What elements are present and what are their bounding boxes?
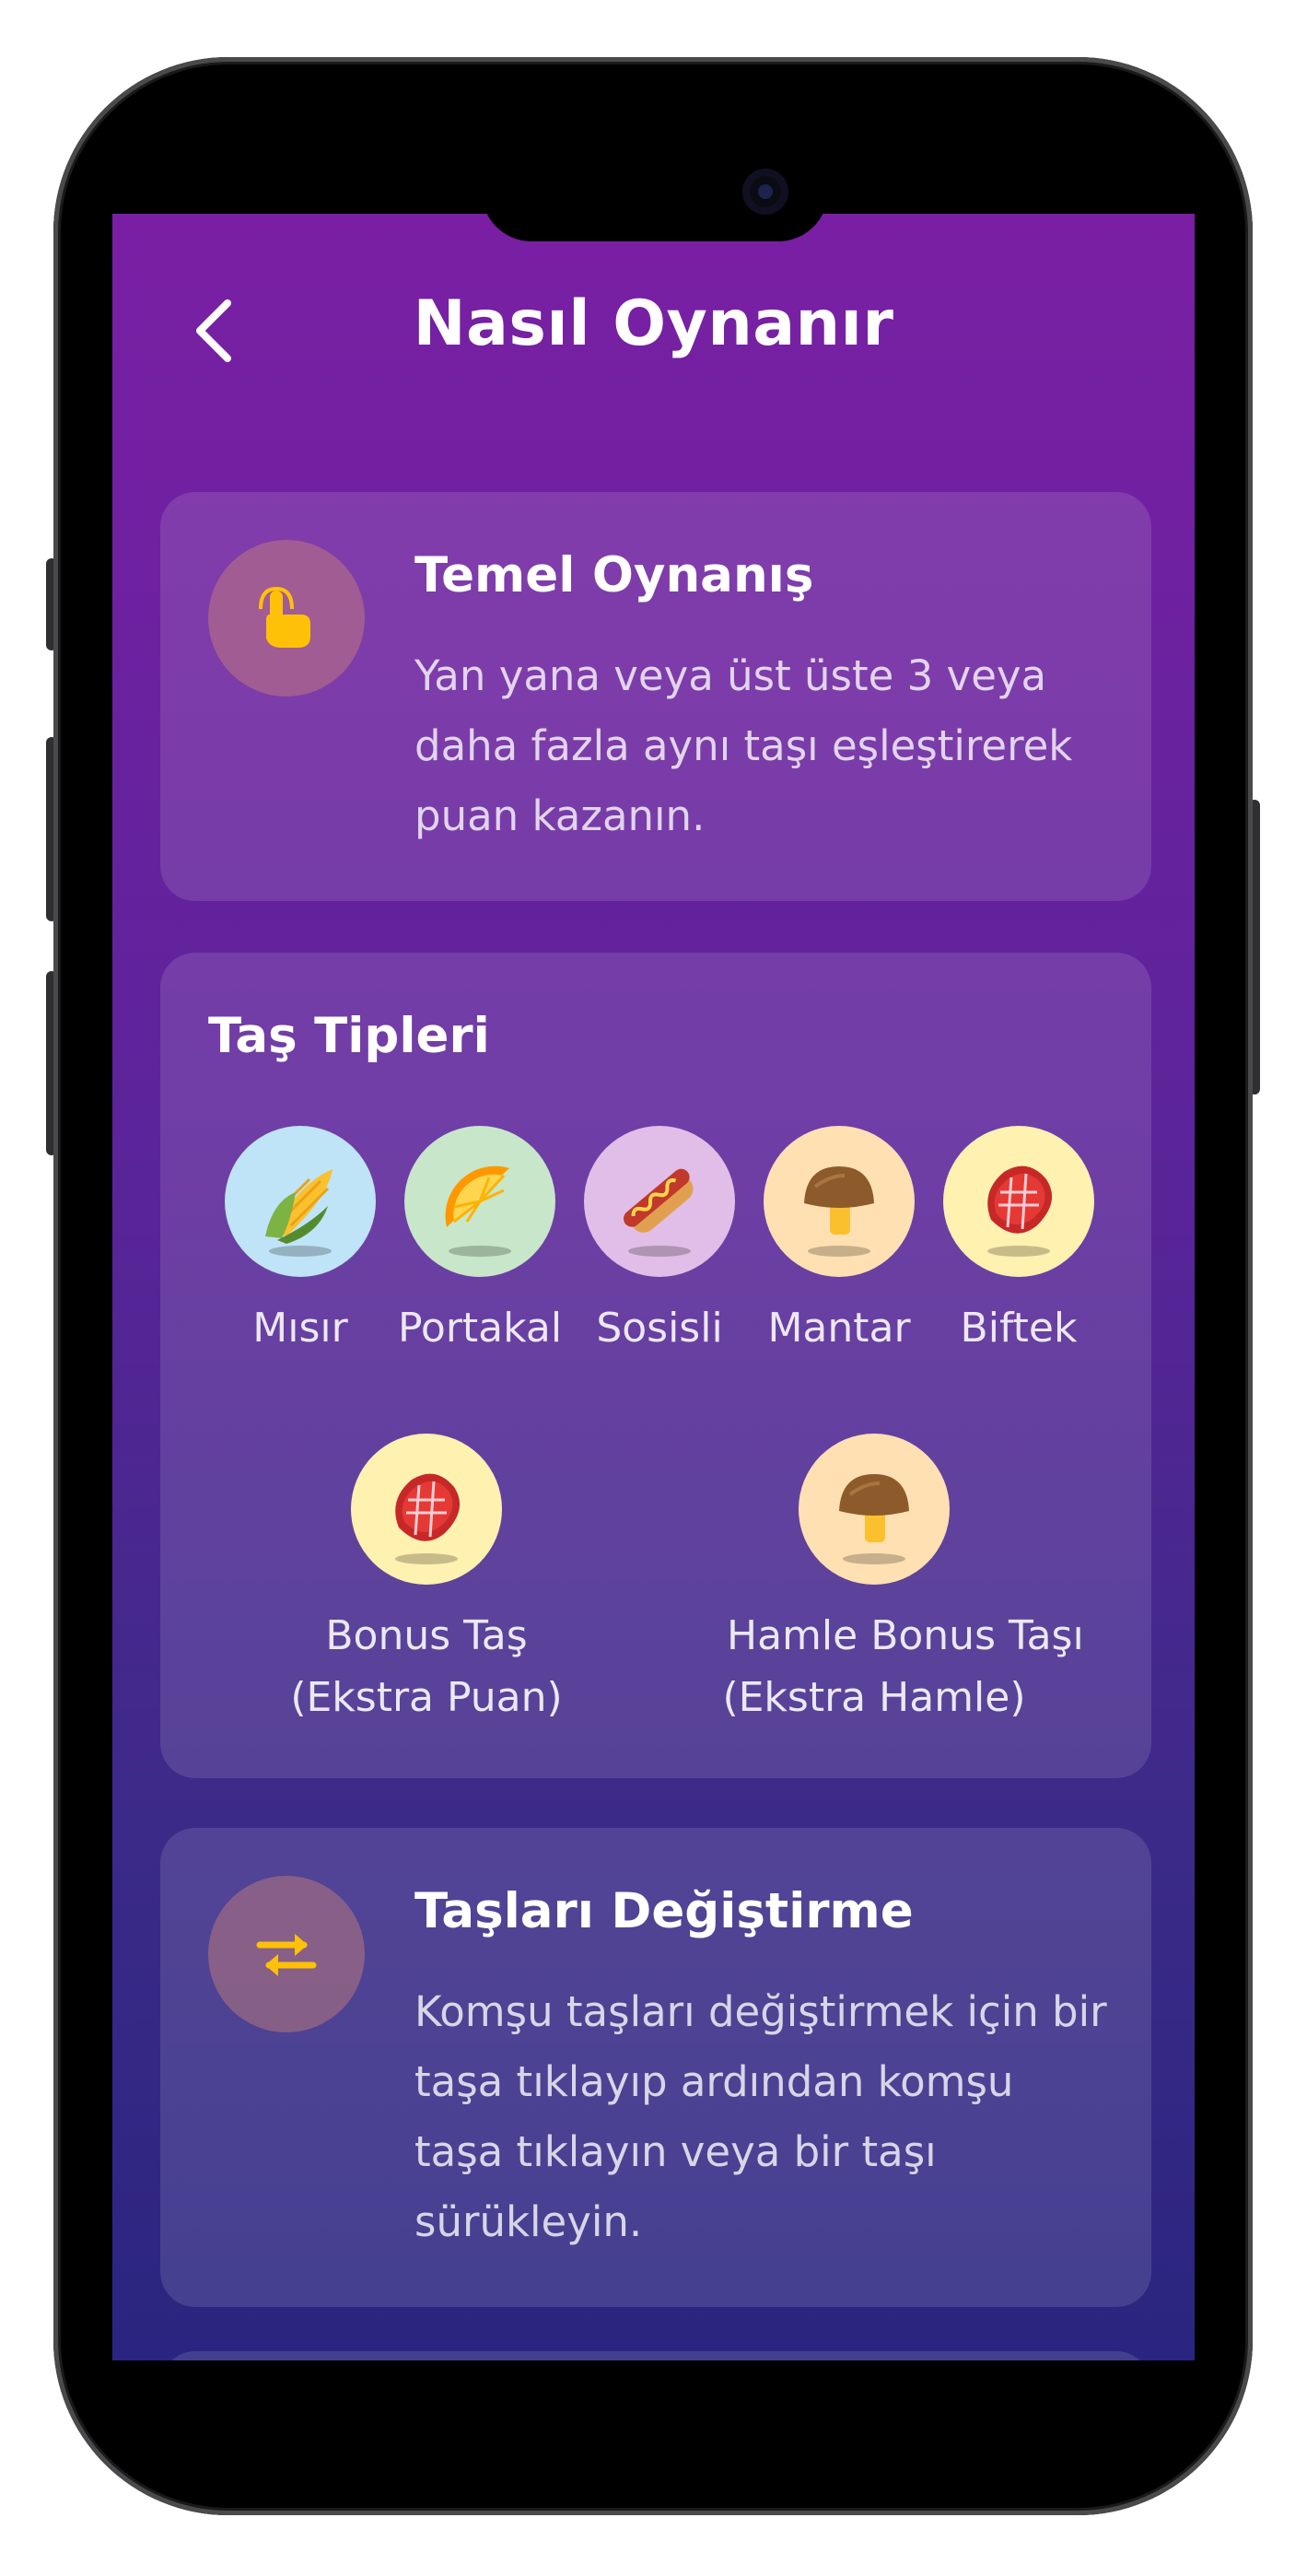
- basic-gameplay-title: Temel Oynanış: [414, 547, 814, 603]
- tile-item-move-bonus: Hamle Bonus Taşı (Ekstra Hamle): [722, 1434, 1084, 1721]
- tile-circle: [404, 1126, 555, 1277]
- mushroom-icon: [839, 1474, 909, 1542]
- tile-circle: [351, 1434, 502, 1585]
- tile-circle: [943, 1126, 1094, 1277]
- basic-gameplay-card: Temel Oynanış Yan yana veya üst üste 3 v…: [160, 492, 1151, 901]
- corn-icon: [265, 1169, 333, 1244]
- tile-item-steak: Biftek: [927, 1126, 1111, 1352]
- tile-label: Biftek: [960, 1305, 1078, 1352]
- next-card: [160, 2351, 1151, 2360]
- tap-finger-icon: [208, 540, 365, 697]
- swap-tiles-text: Komşu taşları değiştirmek için bir taşa …: [414, 1987, 1107, 2246]
- mushroom-icon: [804, 1166, 874, 1235]
- tile-types-title: Taş Tipleri: [208, 1008, 490, 1064]
- app-screen: Nasıl Oynanır Temel Oynanış Yan yana vey…: [112, 214, 1195, 2360]
- swap-tiles-title: Taşları Değiştirme: [414, 1883, 914, 1939]
- swap-tiles-card: Taşları Değiştirme Komşu taşları değişti…: [160, 1828, 1151, 2307]
- tile-sublabel: (Ekstra Puan): [290, 1674, 563, 1721]
- tile-label: Bonus Taş: [325, 1612, 528, 1659]
- tile-types-card: Taş Tipleri Mısır Portakal Sosisli Manta…: [160, 953, 1151, 1778]
- basic-gameplay-text: Yan yana veya üst üste 3 veya daha fazla…: [414, 651, 1073, 840]
- hotdog-icon: [623, 1168, 694, 1233]
- steak-icon: [987, 1165, 1053, 1234]
- tile-item-bonus: Bonus Taş (Ekstra Puan): [290, 1434, 563, 1721]
- swap-arrows-icon: [208, 1876, 365, 2032]
- tile-circle: [764, 1126, 915, 1277]
- front-camera: [742, 169, 788, 215]
- steak-icon: [395, 1473, 461, 1541]
- tile-circle: [225, 1126, 376, 1277]
- page-title: Nasıl Oynanır: [413, 287, 894, 360]
- tile-circle: [584, 1126, 735, 1277]
- tile-sublabel: (Ekstra Hamle): [722, 1674, 1026, 1721]
- tile-label: Hamle Bonus Taşı: [727, 1612, 1084, 1659]
- tile-circle: [799, 1434, 950, 1585]
- orange-slice-icon: [445, 1165, 509, 1227]
